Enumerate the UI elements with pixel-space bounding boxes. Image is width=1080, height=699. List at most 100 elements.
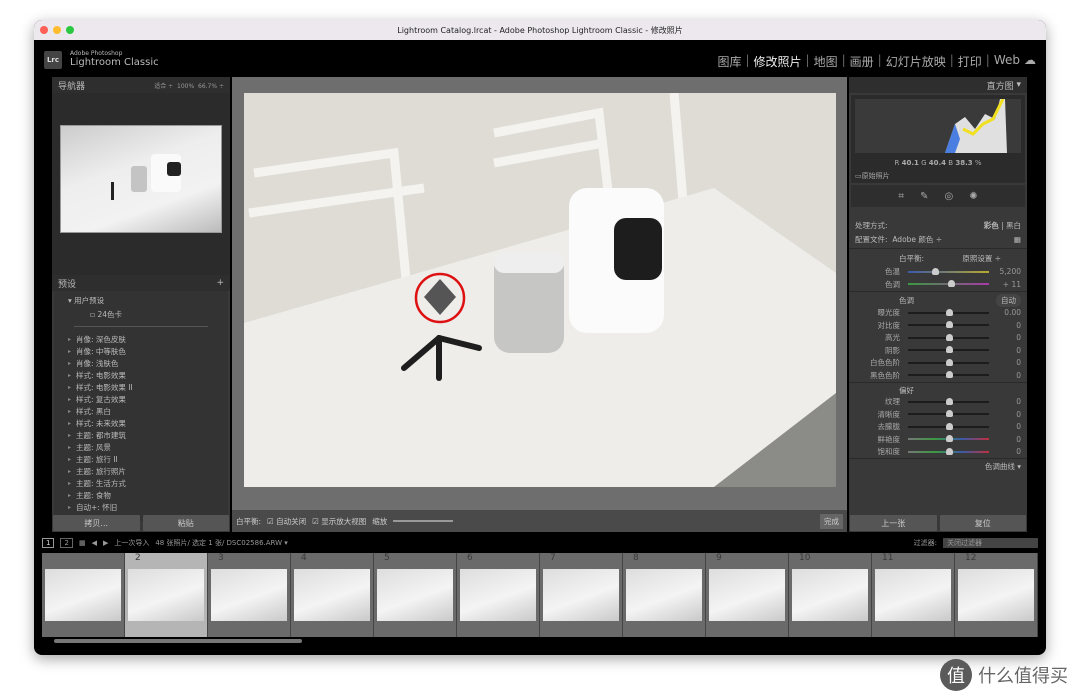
slider-value[interactable]: 0	[997, 333, 1021, 342]
user-presets-group[interactable]: ▾ 用户预设	[54, 295, 228, 306]
filmstrip-thumbnail[interactable]: 6	[457, 553, 540, 637]
filmstrip-thumbnail[interactable]: 9	[706, 553, 789, 637]
done-button[interactable]: 完成	[820, 513, 843, 529]
slider-thumb[interactable]	[945, 422, 953, 430]
cloud-icon[interactable]: ☁	[1024, 53, 1036, 70]
grid-icon[interactable]: ▦	[79, 539, 86, 547]
filmstrip-thumbnail[interactable]: 3	[208, 553, 291, 637]
preset-group[interactable]: 主题: 风景	[54, 441, 228, 453]
redeye-icon[interactable]: ◎	[944, 191, 953, 202]
presets-title[interactable]: 预设	[58, 277, 76, 290]
filmstrip-thumbnail[interactable]: 2	[125, 553, 208, 637]
navigator-preview[interactable]	[52, 93, 230, 275]
slider[interactable]	[908, 435, 989, 443]
crop-icon[interactable]: ⌗	[898, 191, 904, 202]
bw-option[interactable]: 黑白	[1006, 221, 1021, 230]
slider-thumb[interactable]	[947, 280, 955, 288]
module-tab[interactable]: 幻灯片放映	[886, 53, 946, 70]
profile-browser-icon[interactable]: ▦	[1014, 235, 1021, 244]
preset-group[interactable]: 肖像: 中等肤色	[54, 345, 228, 357]
slider-value[interactable]: 0.00	[997, 308, 1021, 317]
filmstrip-thumbnail[interactable]: 12	[955, 553, 1038, 637]
auto-tone-button[interactable]: 自动	[996, 294, 1021, 307]
reset-button[interactable]: 复位	[939, 515, 1026, 531]
slider[interactable]	[908, 346, 989, 354]
module-tab[interactable]: Web	[994, 53, 1020, 70]
preset-group[interactable]: 样式: 未来效果	[54, 417, 228, 429]
filmstrip-thumbnail[interactable]: 4	[291, 553, 374, 637]
back-icon[interactable]: ◀	[92, 539, 97, 547]
slider[interactable]	[908, 397, 989, 405]
page-1-button[interactable]: 1	[42, 537, 55, 548]
slider[interactable]	[908, 333, 989, 341]
forward-icon[interactable]: ▶	[103, 539, 108, 547]
module-tab[interactable]: 修改照片	[754, 53, 802, 70]
show-loupe-checkbox[interactable]: ☑ 显示放大视图	[312, 516, 366, 527]
slider[interactable]	[908, 308, 989, 316]
preset-group[interactable]: 主题: 生活方式	[54, 477, 228, 489]
slider-thumb[interactable]	[945, 333, 953, 341]
module-tab[interactable]: 图库	[717, 53, 741, 70]
preset-group[interactable]: 主题: 旅行照片	[54, 465, 228, 477]
slider[interactable]	[908, 447, 989, 455]
slider-thumb[interactable]	[945, 447, 953, 455]
slider[interactable]	[908, 358, 989, 366]
preset-group[interactable]: 主题: 都市建筑	[54, 429, 228, 441]
slider-value[interactable]: + 11	[997, 280, 1021, 289]
preset-group[interactable]: 肖像: 深色皮肤	[54, 333, 228, 345]
slider-value[interactable]: 0	[997, 371, 1021, 380]
original-photo-checkbox[interactable]: ▭原始照片	[855, 171, 890, 181]
tone-curve-header[interactable]: 色调曲线	[985, 461, 1015, 472]
paste-button[interactable]: 粘贴	[142, 515, 229, 531]
zoom-button[interactable]	[66, 26, 74, 34]
preset-group[interactable]: 主题: 旅行 II	[54, 453, 228, 465]
filmstrip-thumbnail[interactable]: 7	[540, 553, 623, 637]
source-label[interactable]: 上一次导入	[114, 538, 149, 548]
module-tab[interactable]: 打印	[958, 53, 982, 70]
copy-button[interactable]: 拷贝...	[53, 515, 140, 531]
wb-select[interactable]: 原照设置 ÷	[962, 253, 1001, 264]
slider-value[interactable]: 0	[997, 422, 1021, 431]
slider-thumb[interactable]	[945, 346, 953, 354]
previous-button[interactable]: 上一张	[850, 515, 937, 531]
close-button[interactable]	[40, 26, 48, 34]
page-2-button[interactable]: 2	[60, 537, 73, 548]
preset-group[interactable]: 自动+: 怀旧	[54, 501, 228, 513]
slider[interactable]	[908, 371, 989, 379]
module-tab[interactable]: 画册	[850, 53, 874, 70]
slider[interactable]	[908, 267, 989, 275]
preset-group[interactable]: 肖像: 浅肤色	[54, 357, 228, 369]
slider-value[interactable]: 0	[997, 397, 1021, 406]
mask-icon[interactable]: ✺	[969, 191, 977, 202]
slider-thumb[interactable]	[945, 397, 953, 405]
slider[interactable]	[908, 280, 989, 288]
preset-group[interactable]: 样式: 黑白	[54, 405, 228, 417]
slider-value[interactable]: 5,200	[997, 267, 1021, 276]
filmstrip-info[interactable]: 48 张照片/ 选定 1 张/ DSC02586.ARW ▾	[155, 538, 287, 548]
slider-thumb[interactable]	[931, 267, 939, 275]
zoom-custom[interactable]: 66.7% ÷	[198, 83, 224, 90]
filmstrip-thumbnail[interactable]: 8	[623, 553, 706, 637]
slider-thumb[interactable]	[945, 410, 953, 418]
filmstrip-thumbnail[interactable]: 5	[374, 553, 457, 637]
slider-value[interactable]: 0	[997, 321, 1021, 330]
zoom-slider[interactable]	[393, 520, 454, 522]
preset-group[interactable]: 样式: 复古效果	[54, 393, 228, 405]
filmstrip-scrollbar[interactable]	[54, 639, 302, 643]
histogram-title[interactable]: 直方图	[987, 79, 1014, 92]
navigator-title[interactable]: 导航器	[58, 79, 85, 92]
slider-value[interactable]: 0	[997, 346, 1021, 355]
preset-group[interactable]: 样式: 电影效果 II	[54, 381, 228, 393]
slider-value[interactable]: 0	[997, 358, 1021, 367]
slider-thumb[interactable]	[945, 308, 953, 316]
filter-select[interactable]: 关闭过滤器	[943, 537, 1038, 548]
slider-value[interactable]: 0	[997, 447, 1021, 456]
slider[interactable]	[908, 321, 989, 329]
profile-select[interactable]: Adobe 颜色 ÷	[892, 234, 942, 245]
add-preset-button[interactable]: +	[216, 278, 224, 288]
preset-group[interactable]: 样式: 电影效果	[54, 369, 228, 381]
zoom-fit[interactable]: 适合 ÷	[154, 83, 173, 90]
filmstrip-thumbnail[interactable]: 11	[872, 553, 955, 637]
zoom-100[interactable]: 100%	[177, 83, 194, 90]
slider-thumb[interactable]	[945, 321, 953, 329]
